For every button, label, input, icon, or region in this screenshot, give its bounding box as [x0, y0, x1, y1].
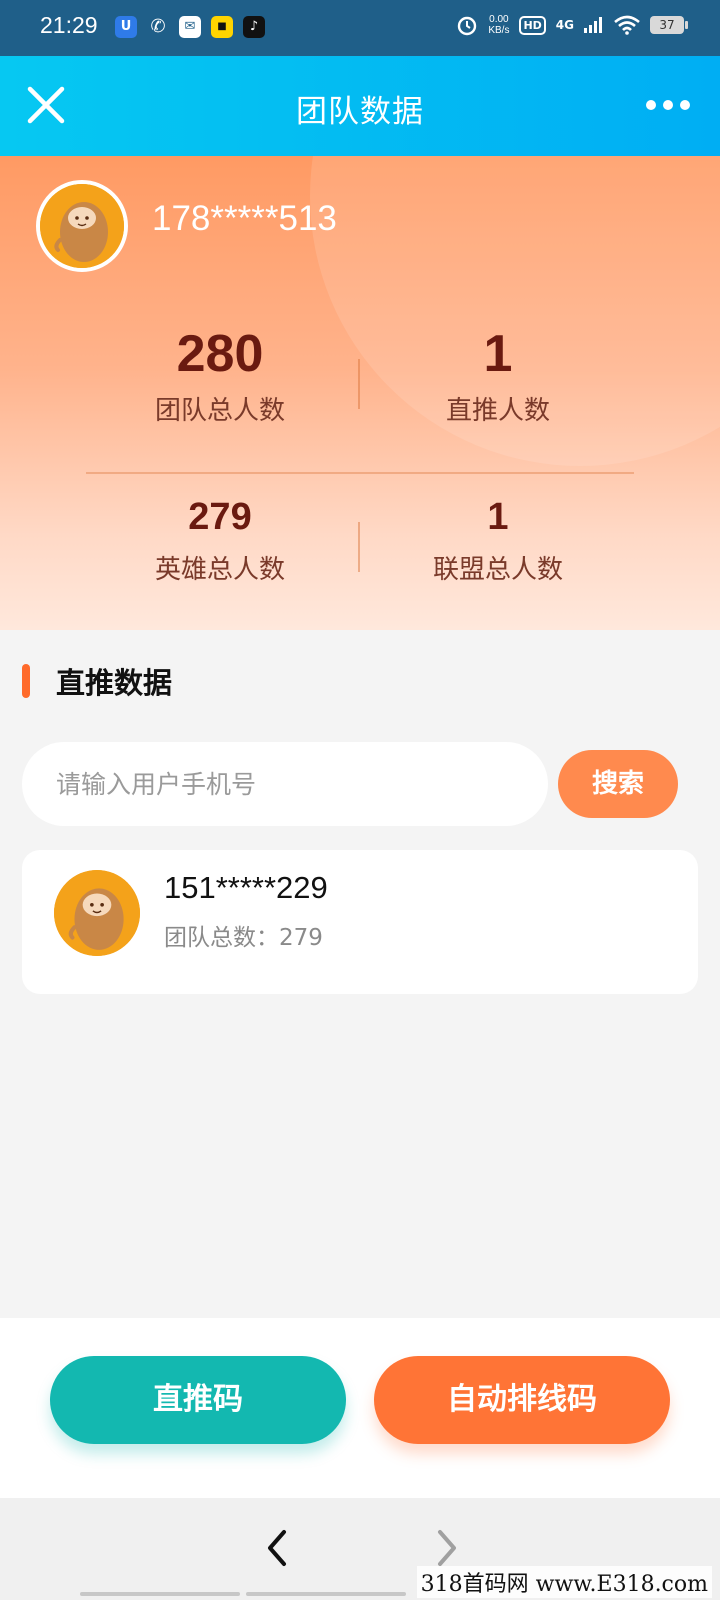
mascot-icon — [54, 870, 140, 956]
net-speed-unit: KB/s — [488, 25, 510, 36]
action-panel: 直推码 自动排线码 — [0, 1318, 720, 1498]
list-item[interactable]: 151*****229 团队总数：279 — [22, 850, 698, 994]
net-speed: 0.00 KB/s — [488, 14, 509, 36]
wifi-icon — [614, 15, 640, 35]
shield-app-icon: U — [115, 16, 137, 38]
hd-badge: HD — [519, 15, 546, 35]
status-time: 21:29 — [40, 12, 98, 38]
battery-indicator: 37 — [650, 16, 688, 34]
avatar — [54, 870, 140, 956]
section-title: 直推数据 — [56, 666, 173, 700]
stat-label: 联盟总人数 — [432, 555, 563, 585]
stat-direct: 1 直推人数 — [318, 324, 678, 427]
mail-icon: ✉ — [179, 16, 201, 38]
nav-bar: 团队数据 — [0, 56, 720, 156]
status-right: 0.00 KB/s HD 4G 37 — [456, 14, 688, 36]
tab-indicator — [246, 1592, 406, 1596]
avatar — [36, 180, 128, 272]
section-header: 直推数据 — [22, 660, 172, 702]
stat-label: 直推人数 — [445, 396, 550, 426]
more-dot — [646, 100, 656, 110]
divider — [86, 472, 634, 474]
wechat-icon: ✆ — [150, 16, 166, 37]
auto-code-button[interactable]: 自动排线码 — [374, 1356, 670, 1444]
stat-alliance-total: 1 联盟总人数 — [318, 496, 678, 586]
user-phone: 178*****513 — [152, 199, 337, 238]
more-icon[interactable] — [646, 100, 690, 110]
signal-icon — [584, 17, 602, 33]
more-dot — [663, 100, 673, 110]
direct-code-button[interactable]: 直推码 — [50, 1356, 346, 1444]
section-accent-bar — [22, 664, 30, 698]
back-icon[interactable] — [262, 1528, 292, 1568]
net-speed-value: 0.00 — [489, 14, 509, 25]
mascot-icon — [40, 184, 124, 268]
watermark: 318首码网 www.E318.com — [416, 1566, 712, 1598]
team-summary-card: 178*****513 280 团队总人数 1 直推人数 279 英雄总人数 1… — [0, 156, 720, 630]
phone-search-input[interactable] — [22, 742, 548, 826]
member-phone: 151*****229 — [164, 870, 328, 905]
more-dot — [680, 100, 690, 110]
stat-value: 1 — [483, 325, 513, 383]
network-type: 4G — [555, 18, 574, 32]
app-icon: ■ — [211, 16, 233, 38]
forward-icon[interactable] — [432, 1528, 462, 1568]
alarm-icon — [458, 16, 477, 36]
member-team-total: 团队总数：279 — [164, 925, 323, 951]
stat-value: 1 — [487, 496, 509, 538]
search-button[interactable]: 搜索 — [558, 750, 678, 818]
notification-icons: U ✆ ✉ ■ ♪ — [115, 16, 265, 38]
status-bar: 21:29 U ✆ ✉ ■ ♪ 0.00 KB/s HD 4G 37 — [0, 0, 720, 56]
tiktok-icon: ♪ — [243, 16, 265, 38]
tab-indicator — [80, 1592, 240, 1596]
page-title: 团队数据 — [296, 94, 424, 130]
